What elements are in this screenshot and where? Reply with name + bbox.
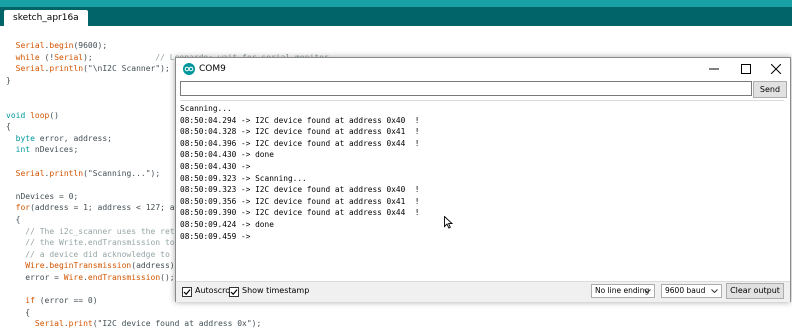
output-line: 08:50:04.294 -> I2C device found at addr… [180,115,420,125]
code-token: error = [6,272,64,282]
code-token: nDevices; [30,145,79,155]
timestamp-checkbox[interactable] [229,287,239,297]
output-line: 08:50:04.430 -> done [180,150,274,160]
code-token: (! [39,52,55,62]
serial-input[interactable] [180,81,752,96]
output-line: 08:50:09.323 -> I2C device found at addr… [180,185,420,195]
serial-monitor-window: COM9 Send Scanning... 08:50:04.294 -> I2C… [175,57,791,302]
code-token: error, address; [34,133,112,143]
arduino-icon [183,63,195,75]
output-line: 08:50:09.323 -> Scanning... [180,173,307,183]
code-token: println [49,64,84,74]
checkmark-icon [230,289,238,296]
clear-output-button[interactable]: Clear output [726,283,784,299]
output-line: 08:50:09.459 -> [180,231,251,241]
code-token: ("Scanning..."); [83,168,161,178]
code-token: { [6,122,11,132]
code-token: (9600); [73,41,108,50]
timestamp-label: Show timestamp [242,286,310,295]
autoscroll-checkbox[interactable] [182,287,192,297]
code-token: (address = 1; address < 127; addr [30,203,190,213]
code-token: print [68,319,93,329]
code-token: // The i2c_scanner uses the return [25,226,190,236]
code-token: Serial [54,52,84,62]
output-line: 08:50:04.430 -> [180,162,251,171]
output-line: 08:50:04.328 -> I2C device found at addr… [180,127,420,137]
code-token: } [6,75,11,85]
code-token: // the Write.endTransmission to s [25,238,185,248]
maximize-icon[interactable] [730,58,762,80]
code-token: begin [49,41,74,50]
code-token: nDevices = 0; [6,191,79,201]
code-token: (address); [131,261,180,271]
monitor-footer: Autoscroll Show timestamp No line ending… [176,281,790,302]
code-line: { [6,307,329,319]
code-token: loop [30,110,50,120]
checkmark-icon [183,289,191,296]
output-line: 08:50:09.390 -> I2C device found at addr… [180,208,420,218]
code-token: Serial [34,319,64,329]
code-token: // a device did acknowledge to the [25,249,190,259]
code-line: Serial.begin(9600); [6,40,329,52]
output-line: 08:50:09.356 -> I2C device found at addr… [180,196,420,206]
code-token: (); [160,272,175,282]
code-token: if [25,296,35,306]
code-token: ("I2C device found at address 0x"); [92,319,262,329]
code-token: endTransmission [87,272,161,282]
code-token: Serial [15,168,45,178]
tab-sketch[interactable]: sketch_apr16a [4,10,88,26]
output-line: Scanning... [180,104,232,113]
serial-output[interactable]: Scanning... 08:50:04.294 -> I2C device fo… [180,100,784,276]
send-button[interactable]: Send [753,81,787,98]
code-token: { [6,307,31,317]
code-line: Serial.print("I2C device found at addres… [6,318,329,330]
code-token: while [15,52,40,62]
code-token: void [6,110,26,120]
code-token: (error == 0) [34,296,98,306]
code-token: int [15,145,31,155]
baud-value: 9600 baud [665,286,706,295]
code-token: () [49,110,59,120]
baud-select[interactable]: 9600 baud [661,284,722,298]
code-token: for [15,203,31,213]
minimize-icon[interactable] [698,58,730,80]
output-line: 08:50:09.424 -> done [180,220,274,229]
line-ending-select[interactable]: No line ending [591,284,655,298]
chevron-down-icon [711,289,718,293]
code-token: Serial [15,64,45,74]
code-token: beginTransmission [49,261,132,271]
code-token: { [6,214,21,224]
code-token: byte [15,133,35,143]
ide-topbar [0,0,792,7]
code-token: Serial [15,41,45,50]
close-icon[interactable] [760,58,792,80]
output-line: 08:50:04.396 -> I2C device found at addr… [180,138,420,148]
code-token: ); [83,52,156,62]
mouse-cursor-icon [444,214,454,233]
code-token: ("\nI2C Scanner"); [83,64,170,74]
line-ending-value: No line ending [595,286,650,295]
window-title: COM9 [199,64,226,74]
ide-tab-strip: sketch_apr16a [0,7,792,26]
code-token: Wire [63,272,84,282]
title-bar[interactable]: COM9 [176,58,790,80]
code-token: println [49,168,84,178]
code-token: Wire [25,261,45,271]
chevron-down-icon [644,289,651,293]
